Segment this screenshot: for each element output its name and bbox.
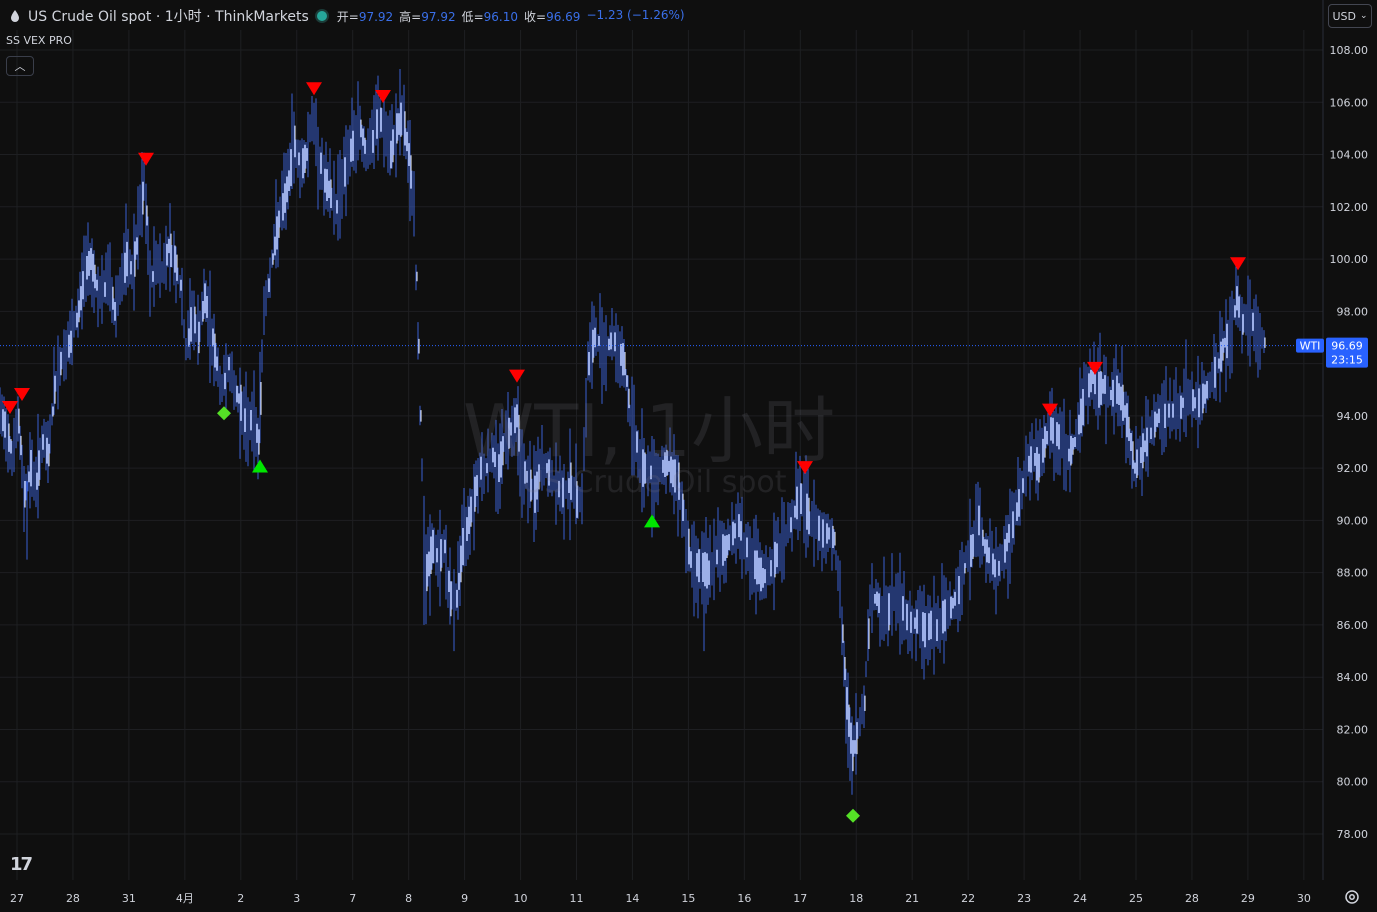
x-tick-label: 28: [1185, 892, 1199, 905]
market-status-dot[interactable]: [316, 11, 327, 21]
ohlc-item: 高=97.92: [399, 8, 455, 25]
y-tick-label: 84.00: [1337, 671, 1369, 684]
oil-drop-icon: [11, 10, 19, 22]
chevron-down-icon: ⌄: [1359, 11, 1368, 21]
y-tick-label: 88.00: [1337, 567, 1369, 580]
tradingview-logo[interactable]: 17: [10, 854, 33, 875]
x-tick-label: 2: [237, 892, 244, 905]
x-tick-label: 11: [570, 892, 584, 905]
bar-countdown: 23:15: [1331, 354, 1363, 367]
x-tick-label: 24: [1073, 892, 1087, 905]
x-tick-label: 4月: [176, 892, 194, 905]
currency-label: USD: [1332, 9, 1356, 23]
y-tick-label: 78.00: [1337, 828, 1369, 841]
ohlc-value: 97.92: [358, 9, 394, 24]
x-tick-label: 17: [793, 892, 807, 905]
y-tick-label: 82.00: [1337, 723, 1369, 736]
ohlc-value: 96.69: [546, 9, 581, 24]
x-tick-label: 31: [122, 892, 136, 905]
ohlc-value: 96.10: [483, 9, 519, 24]
x-tick-label: 15: [681, 892, 695, 905]
ohlc-item: 收=96.69: [524, 8, 580, 25]
symbol-title: US Crude Oil spot · 1小时 · ThinkMarkets: [28, 9, 309, 25]
x-tick-label: 28: [66, 892, 80, 905]
x-tick-label: 3: [293, 892, 300, 905]
x-tick-label: 14: [625, 892, 639, 905]
ohlc-item: 开=97.92: [337, 8, 393, 25]
x-tick-label: 23: [1017, 892, 1031, 905]
last-price-value: 96.69: [1331, 340, 1363, 353]
x-tick-label: 30: [1297, 892, 1311, 905]
ohlc-key: 开=: [336, 9, 359, 24]
currency-selector[interactable]: USD ⌄: [1328, 4, 1372, 28]
y-tick-label: 106.00: [1330, 96, 1369, 109]
gear-icon[interactable]: [1343, 888, 1361, 906]
x-tick-label: 27: [10, 892, 24, 905]
x-tick-label: 22: [961, 892, 975, 905]
ohlc-key: 收=: [524, 9, 547, 24]
x-tick-label: 18: [849, 892, 863, 905]
x-tick-label: 16: [737, 892, 751, 905]
symbol-tag-label: WTI: [1300, 340, 1321, 353]
ohlc-key: 低=: [461, 9, 484, 24]
ohlc-value: 97.92: [421, 9, 456, 24]
y-tick-label: 94.00: [1337, 410, 1369, 423]
y-tick-label: 108.00: [1330, 44, 1369, 57]
x-tick-label: 10: [514, 892, 528, 905]
y-tick-label: 102.00: [1330, 201, 1369, 214]
y-tick-label: 98.00: [1337, 305, 1369, 318]
y-tick-label: 90.00: [1337, 514, 1369, 527]
chevron-up-icon: ︿: [14, 60, 26, 73]
collapse-indicators-button[interactable]: ︿: [6, 56, 34, 76]
ohlc-item: −1.23 (−1.26%): [586, 8, 684, 25]
y-tick-label: 80.00: [1337, 776, 1369, 789]
ohlc-key: 高=: [399, 9, 422, 24]
ohlc-readout: 开=97.92 高=97.92 低=96.10 收=96.69 −1.23 (−1.26…: [337, 8, 685, 25]
indicator-label[interactable]: SS VEX PRO: [6, 34, 72, 47]
y-tick-label: 100.00: [1330, 253, 1369, 266]
y-tick-label: 92.00: [1337, 462, 1369, 475]
watermark-title: WTI, 1小时: [463, 389, 835, 473]
symbol-header[interactable]: US Crude Oil spot · 1小时 · ThinkMarkets 开…: [8, 6, 685, 26]
x-tick-label: 9: [461, 892, 468, 905]
x-tick-label: 29: [1241, 892, 1255, 905]
x-tick-label: 7: [349, 892, 356, 905]
y-tick-label: 104.00: [1330, 149, 1369, 162]
ohlc-item: 低=96.10: [462, 8, 518, 25]
x-tick-label: 8: [405, 892, 412, 905]
ohlc-value: −1.23 (−1.26%): [586, 7, 685, 22]
y-tick-label: 86.00: [1337, 619, 1369, 632]
x-tick-label: 25: [1129, 892, 1143, 905]
watermark-subtitle: US Crude Oil spot: [522, 465, 787, 500]
x-tick-label: 21: [905, 892, 919, 905]
